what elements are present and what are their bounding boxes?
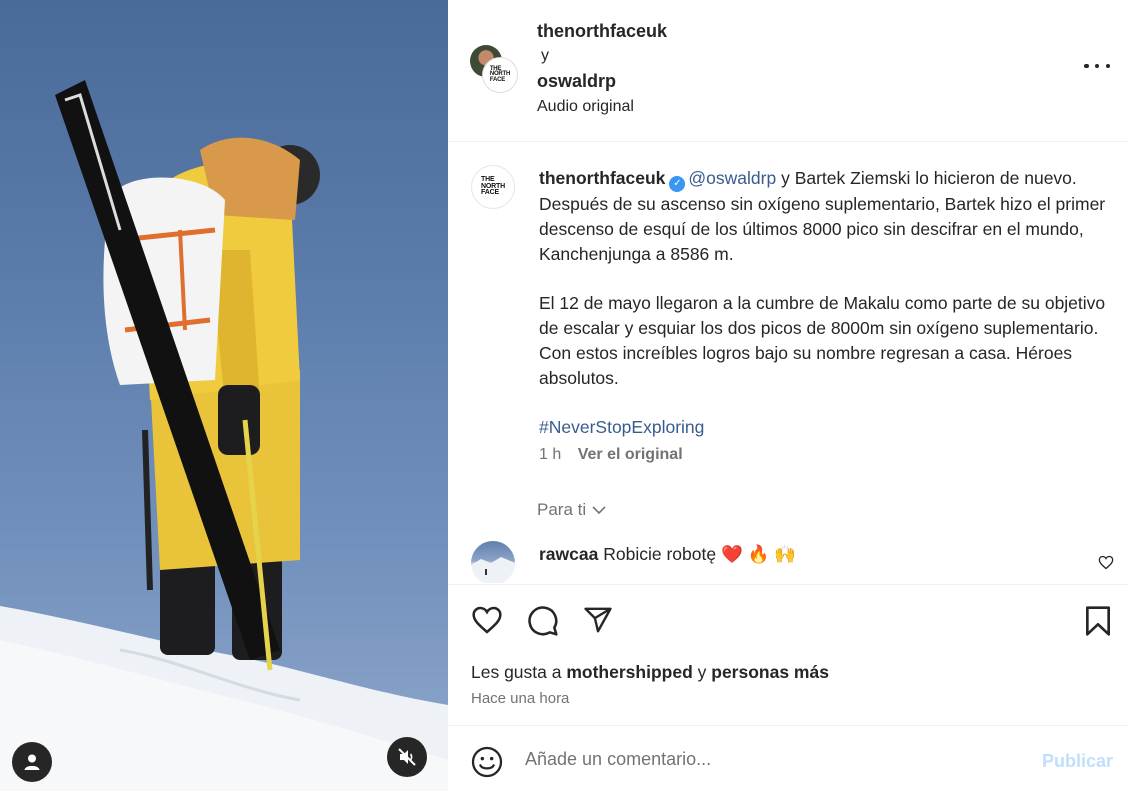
more-options-button[interactable] — [1084, 56, 1110, 76]
comment-body: Robicie robotę — [603, 544, 717, 564]
chevron-down-icon — [592, 505, 606, 514]
brand-logo: THE NORTH FACE — [489, 65, 511, 83]
bookmark-icon — [1086, 606, 1110, 636]
speaker-muted-icon — [398, 748, 416, 766]
send-icon — [584, 607, 612, 633]
brand-logo: THE NORTH FACE — [481, 176, 505, 197]
mountaineer-photo — [0, 80, 448, 791]
connector-text: y — [541, 47, 549, 64]
caption-time: 1 h — [539, 446, 562, 463]
add-comment-bar: Publicar — [448, 727, 1128, 791]
more-options-icon — [1084, 63, 1089, 69]
avatar[interactable]: THE NORTH FACE — [483, 58, 517, 92]
heart-icon — [1098, 555, 1114, 570]
publish-button[interactable]: Publicar — [1042, 751, 1113, 772]
caption-meta: 1 h Ver el original — [539, 446, 683, 464]
like-button[interactable] — [471, 605, 503, 640]
comment-username[interactable]: rawcaa — [539, 544, 598, 564]
coauthor-username[interactable]: oswaldrp — [537, 71, 616, 92]
caption-text: thenorthfaceuk ✓ @oswaldrp y Bartek Ziemsk… — [539, 166, 1109, 440]
smiley-icon — [471, 746, 503, 778]
post-timestamp: Hace una hora — [471, 690, 570, 707]
tagged-users-button[interactable] — [12, 742, 52, 782]
comment-item: rawcaa Robicie robotę ❤️ 🔥 🙌 — [539, 544, 796, 565]
post-actions: Les gusta a mothershipped y personas más… — [448, 584, 1128, 726]
heart-icon — [472, 606, 502, 634]
hashtag-link[interactable]: #NeverStopExploring — [539, 415, 1109, 440]
post-header: THE NORTH FACE thenorthfaceuk y oswaldrp… — [448, 0, 1128, 142]
avatar[interactable]: THE NORTH FACE — [471, 165, 515, 209]
post-media[interactable] — [0, 0, 448, 791]
author-username[interactable]: thenorthfaceuk — [537, 21, 667, 42]
save-button[interactable] — [1084, 605, 1112, 642]
comment-button[interactable] — [527, 605, 559, 642]
caption-and-comments[interactable]: THE NORTH FACE thenorthfaceuk ✓ @oswaldrp … — [448, 143, 1128, 583]
verified-badge-icon: ✓ — [669, 176, 686, 192]
audio-label[interactable]: Audio original — [537, 98, 634, 116]
user-icon — [24, 754, 40, 770]
mention-link[interactable]: @oswaldrp — [688, 168, 776, 188]
comment-input[interactable] — [525, 749, 1025, 770]
for-you-label: Para ti — [537, 500, 587, 519]
comment-bubble-icon — [528, 606, 558, 636]
for-you-filter[interactable]: Para ti — [537, 500, 606, 520]
mute-toggle-button[interactable] — [387, 737, 427, 777]
comment-like-button[interactable] — [1098, 555, 1114, 575]
see-original-link[interactable]: Ver el original — [578, 446, 683, 463]
others-link[interactable]: personas más — [711, 662, 829, 682]
emoji-picker-button[interactable] — [471, 746, 503, 783]
share-button[interactable] — [582, 605, 614, 640]
likes-summary[interactable]: Les gusta a mothershipped y personas más — [471, 662, 829, 683]
liked-by-username[interactable]: mothershipped — [566, 662, 692, 682]
comment-emojis: ❤️ 🔥 🙌 — [720, 544, 797, 564]
caption-paragraph-2: El 12 de mayo llegaron a la cumbre de Ma… — [539, 293, 1106, 388]
collab-avatars[interactable]: THE NORTH FACE — [470, 45, 518, 93]
post-details-panel: THE NORTH FACE thenorthfaceuk y oswaldrp… — [448, 0, 1128, 791]
avatar[interactable] — [471, 541, 515, 583]
caption-username[interactable]: thenorthfaceuk — [539, 168, 665, 188]
